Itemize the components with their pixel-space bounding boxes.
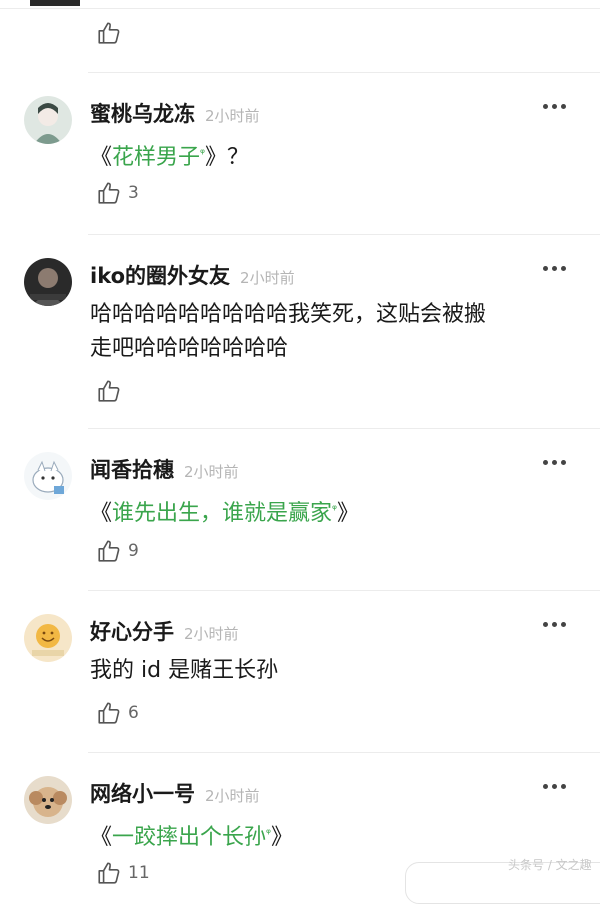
- avatar[interactable]: [24, 452, 72, 500]
- like-button[interactable]: 11: [96, 860, 150, 886]
- avatar[interactable]: [24, 614, 72, 662]
- thumbs-up-icon: [98, 540, 120, 562]
- comment-text: 《花样男子ᵠ》？: [90, 145, 250, 170]
- more-icon[interactable]: [543, 622, 566, 627]
- thumbs-up-icon: [98, 182, 120, 204]
- divider: [88, 234, 600, 235]
- avatar[interactable]: [24, 96, 72, 144]
- watermark: 头条号 / 文之趣: [508, 858, 592, 872]
- search-link[interactable]: 谁先出生，谁就是赢家ᵠ: [112, 501, 337, 526]
- like-count: 6: [128, 703, 139, 723]
- username[interactable]: 蜜桃乌龙冻: [90, 98, 195, 128]
- divider: [0, 8, 600, 9]
- username[interactable]: 网络小一号: [90, 778, 195, 808]
- more-icon[interactable]: [543, 104, 566, 109]
- divider: [88, 72, 600, 73]
- comment-text: 哈哈哈哈哈哈哈哈哈我笑死，这贴会被搬 走吧哈哈哈哈哈哈哈: [90, 302, 487, 361]
- timestamp: 2小时前: [240, 269, 295, 287]
- timestamp: 2小时前: [184, 463, 239, 481]
- more-icon[interactable]: [543, 266, 566, 271]
- thumbs-up-icon: [98, 862, 120, 884]
- comment-text: 《谁先出生，谁就是赢家ᵠ》: [90, 501, 360, 526]
- username[interactable]: 好心分手: [90, 616, 174, 646]
- like-button[interactable]: 3: [96, 180, 139, 206]
- divider: [88, 752, 600, 753]
- username[interactable]: iko的圈外女友: [90, 260, 230, 290]
- more-icon[interactable]: [543, 784, 566, 789]
- like-count: 9: [128, 541, 139, 561]
- thumbs-up-icon: [98, 380, 120, 402]
- like-button[interactable]: 9: [96, 538, 139, 564]
- more-icon[interactable]: [543, 460, 566, 465]
- divider: [88, 590, 600, 591]
- search-link[interactable]: 花样男子ᵠ: [112, 145, 205, 170]
- avatar[interactable]: [24, 776, 72, 824]
- like-button[interactable]: [96, 378, 128, 404]
- comment-text: 我的 id 是赌王长孙: [90, 658, 279, 683]
- like-button[interactable]: 6: [96, 700, 139, 726]
- timestamp: 2小时前: [205, 787, 260, 805]
- username[interactable]: 闻香拾穗: [90, 454, 174, 484]
- timestamp: 2小时前: [184, 625, 239, 643]
- comment-text: 《一跤摔出个长孙ᵠ》: [90, 825, 294, 850]
- active-tab-indicator: [30, 0, 80, 6]
- avatar[interactable]: [24, 258, 72, 306]
- search-link[interactable]: 一跤摔出个长孙ᵠ: [112, 825, 271, 850]
- thumbs-up-icon: [98, 702, 120, 724]
- thumbs-up-icon: [98, 22, 120, 44]
- like-button[interactable]: [96, 20, 128, 46]
- divider: [88, 428, 600, 429]
- like-count: 11: [128, 863, 150, 883]
- like-count: 3: [128, 183, 139, 203]
- timestamp: 2小时前: [205, 107, 260, 125]
